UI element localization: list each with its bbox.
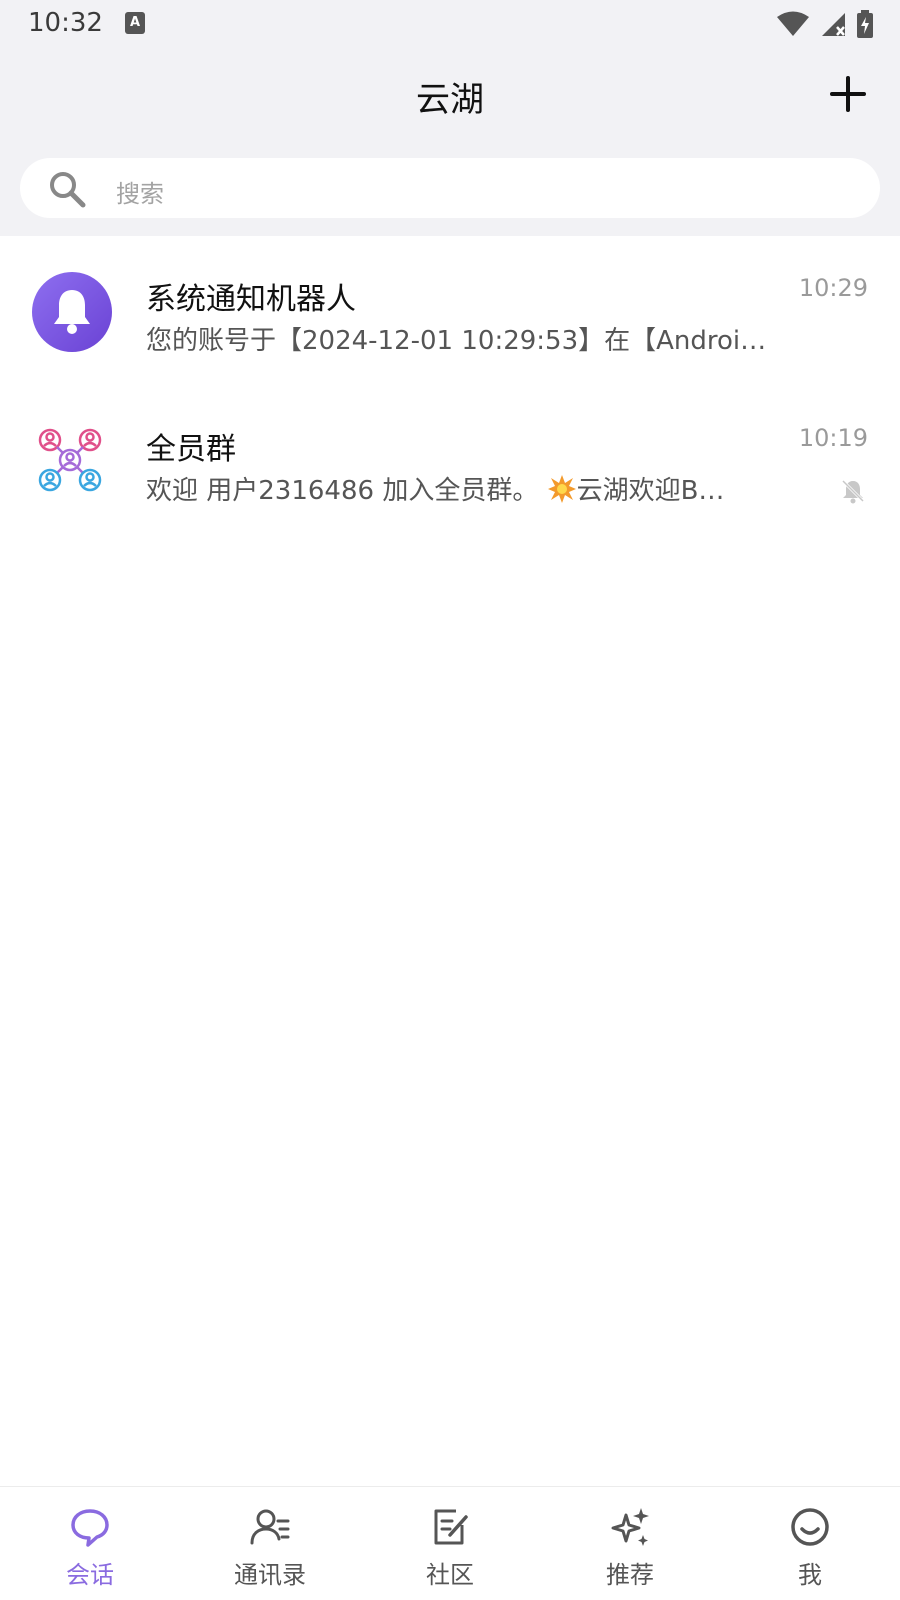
nav-label: 会话 bbox=[66, 1561, 114, 1589]
sparkle-icon bbox=[611, 1508, 649, 1546]
nav-label: 通讯录 bbox=[234, 1561, 306, 1589]
conversation-item[interactable]: 系统通知机器人 您的账号于【2024-12-01 10:29:53】在【Andr… bbox=[0, 236, 900, 386]
bell-avatar-icon bbox=[32, 272, 112, 352]
signal-icon bbox=[822, 13, 845, 36]
bottom-navigation: 会话 通讯录 社区 推荐 我 bbox=[0, 1486, 900, 1600]
nav-item-me[interactable]: 我 bbox=[720, 1487, 900, 1600]
nav-label: 推荐 bbox=[606, 1561, 654, 1589]
search-icon bbox=[50, 172, 86, 208]
conversation-name: 系统通知机器人 bbox=[146, 282, 356, 317]
conversation-time: 10:19 bbox=[798, 424, 868, 452]
nav-item-recommend[interactable]: 推荐 bbox=[540, 1487, 720, 1600]
smile-icon bbox=[791, 1508, 829, 1546]
wifi-icon bbox=[777, 11, 809, 36]
search-placeholder: 搜索 bbox=[116, 180, 164, 208]
status-icons bbox=[776, 8, 874, 40]
app-screen: 10:32 A 云湖 搜索 系统通知机器人 您的账号于【2024-12-01 1… bbox=[0, 0, 900, 1600]
add-plus-icon[interactable] bbox=[828, 74, 868, 114]
conversation-item[interactable]: 全员群 欢迎 用户2316486 加入全员群。 云湖欢迎B… 10:19 bbox=[0, 386, 900, 536]
explosion-emoji-icon bbox=[547, 475, 576, 503]
preview-prefix: 欢迎 用户2316486 加入全员群。 bbox=[146, 476, 539, 506]
status-time: 10:32 bbox=[28, 8, 103, 38]
battery-icon bbox=[857, 10, 873, 38]
nav-label: 社区 bbox=[426, 1561, 474, 1589]
nav-label: 我 bbox=[798, 1561, 822, 1589]
conversation-time: 10:29 bbox=[798, 274, 868, 302]
keyboard-notification-icon: A bbox=[125, 12, 145, 34]
conversation-name: 全员群 bbox=[146, 432, 236, 467]
conversation-preview: 您的账号于【2024-12-01 10:29:53】在【Androi… bbox=[146, 326, 767, 356]
nav-item-contacts[interactable]: 通讯录 bbox=[180, 1487, 360, 1600]
preview-suffix: 云湖欢迎B… bbox=[576, 476, 725, 506]
chat-bubble-icon bbox=[71, 1509, 109, 1547]
contacts-icon bbox=[250, 1509, 290, 1545]
nav-item-chats[interactable]: 会话 bbox=[0, 1487, 180, 1600]
nav-item-community[interactable]: 社区 bbox=[360, 1487, 540, 1600]
search-input[interactable]: 搜索 bbox=[20, 158, 880, 218]
muted-bell-icon bbox=[841, 479, 865, 504]
status-bar: 10:32 A bbox=[0, 0, 900, 48]
group-avatar-icon bbox=[38, 428, 102, 492]
community-edit-icon bbox=[434, 1509, 468, 1545]
conversation-preview: 欢迎 用户2316486 加入全员群。 云湖欢迎B… bbox=[146, 470, 776, 507]
page-title: 云湖 bbox=[416, 80, 484, 120]
